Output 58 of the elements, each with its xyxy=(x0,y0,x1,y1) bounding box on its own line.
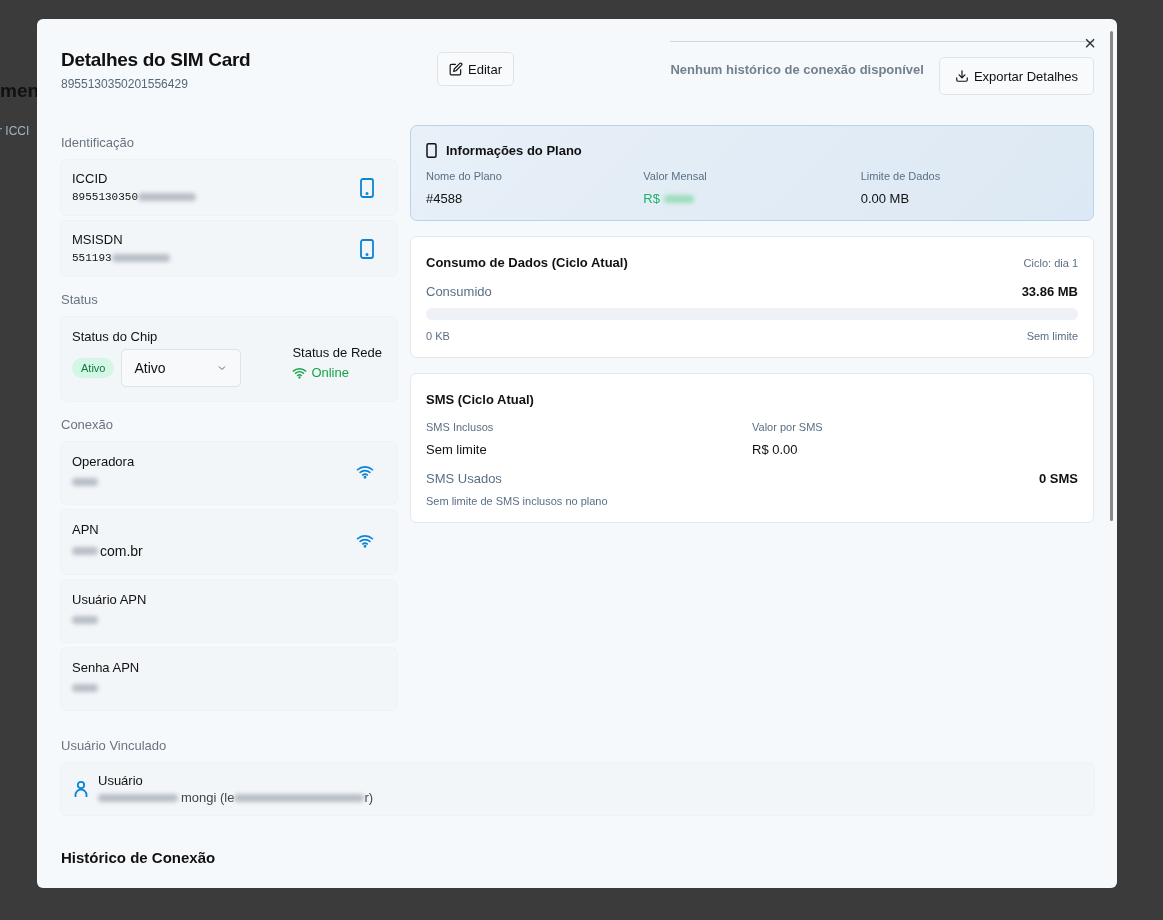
field-value: Sem limite xyxy=(426,442,488,457)
field-value: 0.00 MB xyxy=(860,191,911,206)
field-label: Usuário xyxy=(98,773,144,788)
history-note: Nenhum histórico de conexão disponível xyxy=(670,62,924,77)
user-icon xyxy=(74,780,88,798)
field-label: Valor por SMS xyxy=(752,421,824,433)
field-value: 0 SMS xyxy=(1039,471,1078,486)
card-title: Informações do Plano xyxy=(446,143,582,158)
field-value: R$ 0.00 xyxy=(752,442,799,457)
field-label: Consumido xyxy=(426,284,492,299)
dialog-subtitle: 8955130350201556429 xyxy=(61,77,189,91)
field-value: R$ xyxy=(643,191,660,206)
field-value: 8955130350 xyxy=(72,191,138,203)
field-label: SMS Usados xyxy=(426,471,502,486)
network-status: Online xyxy=(292,365,382,380)
field-label: APN xyxy=(72,522,100,537)
download-icon xyxy=(954,69,969,83)
field-label: MSISDN xyxy=(72,232,124,247)
field-label: SMS Inclusos xyxy=(426,421,495,433)
field-label: Status do Chip xyxy=(72,329,159,344)
field-value: r) xyxy=(364,790,374,805)
redacted-text xyxy=(663,194,694,203)
phone-icon xyxy=(426,143,437,158)
field-value: 551193 xyxy=(72,252,112,264)
edit-button[interactable]: Editar xyxy=(437,52,514,86)
status-select[interactable]: Ativo xyxy=(121,349,242,387)
section-heading: Conexão xyxy=(61,417,115,432)
phone-icon xyxy=(360,177,374,198)
section-heading: Usuário Vinculado xyxy=(61,738,168,753)
scrollbar[interactable] xyxy=(1110,31,1113,521)
edit-icon xyxy=(449,62,463,76)
card-title: SMS (Ciclo Atual) xyxy=(426,392,535,407)
sms-note: Sem limite de SMS inclusos no plano xyxy=(426,495,609,507)
field-label: Usuário APN xyxy=(72,592,148,607)
field-label: Operadora xyxy=(72,454,136,469)
field-label: Valor Mensal xyxy=(643,170,708,182)
export-button[interactable]: Exportar Detalhes xyxy=(938,57,1094,95)
field-label: Limite de Dados xyxy=(860,170,942,182)
wifi-icon xyxy=(292,366,308,379)
phone-icon xyxy=(360,238,374,259)
field-label: Nome do Plano xyxy=(426,170,503,182)
close-button[interactable]: × xyxy=(1080,33,1100,53)
section-title: Histórico de Conexão xyxy=(61,849,217,866)
field-value: 33.86 MB xyxy=(1021,284,1078,299)
field-label: Status de Rede xyxy=(292,345,382,360)
status-badge: Ativo xyxy=(72,358,115,378)
section-heading: Identificação xyxy=(61,135,135,150)
max-label: Sem limite xyxy=(1026,330,1078,342)
field-label: ICCID xyxy=(72,171,109,186)
dialog-title: Detalhes do SIM Card xyxy=(61,49,252,71)
section-heading: Status xyxy=(61,292,99,307)
card-title: Consumo de Dados (Ciclo Atual) xyxy=(426,255,628,270)
field-value: com.br xyxy=(100,543,143,559)
field-value: mongi (le xyxy=(181,790,235,805)
cycle-label: Ciclo: dia 1 xyxy=(1023,256,1078,269)
field-label: Senha APN xyxy=(72,660,141,675)
min-label: 0 KB xyxy=(426,330,450,342)
field-value: #4588 xyxy=(426,191,464,206)
